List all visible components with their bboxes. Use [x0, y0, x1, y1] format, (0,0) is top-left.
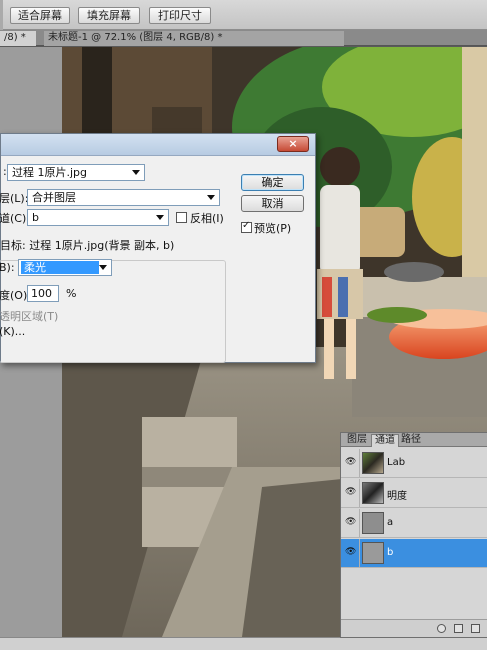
channels-panel: 图层 通道 路径 👁 Lab 👁 明度 👁 a 👁 b: [340, 432, 487, 638]
layer-value: 合并图层: [32, 191, 76, 204]
invert-label: 反相(I): [190, 212, 224, 225]
channel-label: 道(C):: [0, 212, 30, 225]
channel-thumbnail: [362, 542, 384, 564]
visibility-toggle[interactable]: 👁: [341, 449, 360, 477]
close-icon[interactable]: ×: [277, 136, 309, 152]
opacity-input[interactable]: 100: [27, 285, 59, 302]
visibility-toggle[interactable]: 👁: [341, 479, 360, 507]
eye-icon: 👁: [345, 547, 357, 557]
blending-label: B):: [0, 261, 15, 274]
chevron-down-icon: [99, 265, 107, 270]
preserve-transparency-label[interactable]: 透明区域(T): [0, 308, 58, 324]
tab-document-1[interactable]: /8) *×: [0, 31, 36, 56]
cancel-button[interactable]: 取消: [241, 195, 304, 212]
options-bar: 适合屏幕 填充屏幕 打印尺寸: [0, 0, 487, 30]
options-bar-grip: [0, 0, 3, 30]
channel-name: a: [387, 517, 394, 528]
invert-checkbox[interactable]: [176, 212, 187, 223]
status-bar: [0, 637, 487, 650]
channel-row-a[interactable]: 👁 a: [341, 509, 487, 538]
ok-button[interactable]: 确定: [241, 174, 304, 191]
dialog-title-bar[interactable]: ×: [1, 134, 315, 156]
chevron-down-icon: [207, 195, 215, 200]
tab-channels[interactable]: 通道: [371, 434, 399, 447]
tab-untitled-1[interactable]: 未标题-1 @ 72.1% (图层 4, RGB/8) *: [44, 31, 344, 46]
channel-row-b[interactable]: 👁 b: [341, 539, 487, 568]
fit-screen-button[interactable]: 适合屏幕: [10, 7, 70, 24]
channel-thumbnail: [362, 452, 384, 474]
chevron-down-icon: [156, 215, 164, 220]
panel-footer: [341, 619, 487, 637]
eye-icon: 👁: [345, 487, 357, 497]
save-selection-icon[interactable]: [454, 624, 463, 633]
channel-row-lab[interactable]: 👁 Lab: [341, 449, 487, 478]
tab-paths[interactable]: 路径: [398, 434, 424, 447]
channel-name: Lab: [387, 457, 406, 468]
print-size-button[interactable]: 打印尺寸: [149, 7, 211, 24]
channel-select[interactable]: b: [27, 209, 169, 226]
panel-tabs: 图层 通道 路径: [341, 433, 487, 447]
channel-row-lightness[interactable]: 👁 明度: [341, 479, 487, 508]
eye-icon: 👁: [345, 517, 357, 527]
target-text: 目标: 过程 1原片.jpg(背景 副本, b): [0, 239, 175, 252]
channel-name: b: [387, 547, 394, 558]
source-value: 过程 1原片.jpg: [12, 166, 88, 179]
layer-label: 层(L):: [0, 192, 29, 205]
document-tab-bar: /8) *× 未标题-1 @ 72.1% (图层 4, RGB/8) *: [0, 30, 487, 56]
fill-screen-button[interactable]: 填充屏幕: [78, 7, 140, 24]
dialog-body: : 过程 1原片.jpg 层(L): 合并图层 道(C): b 反相(I) 目标…: [0, 156, 315, 363]
tab-layers[interactable]: 图层: [344, 434, 370, 447]
blending-value: 柔光: [21, 261, 99, 274]
apply-image-dialog: × : 过程 1原片.jpg 层(L): 合并图层 道(C): b 反相(I) …: [0, 133, 316, 363]
preview-checkbox[interactable]: [241, 220, 252, 233]
channel-value: b: [32, 211, 39, 224]
channel-thumbnail: [362, 512, 384, 534]
channel-thumbnail: [362, 482, 384, 504]
visibility-toggle[interactable]: 👁: [341, 539, 360, 567]
opacity-unit: %: [66, 287, 77, 300]
source-select[interactable]: 过程 1原片.jpg: [7, 164, 145, 181]
visibility-toggle[interactable]: 👁: [341, 509, 360, 537]
layer-select[interactable]: 合并图层: [27, 189, 220, 206]
tab-label: 未标题-1 @ 72.1% (图层 4, RGB/8) *: [48, 32, 223, 43]
chevron-down-icon: [132, 170, 140, 175]
new-channel-icon[interactable]: [471, 624, 480, 633]
tab-label: /8) *: [4, 32, 26, 43]
eye-icon: 👁: [345, 457, 357, 467]
channel-name: 明度: [387, 491, 407, 502]
preview-label: 预览(P): [254, 222, 292, 235]
load-selection-icon[interactable]: [437, 624, 446, 633]
blending-select[interactable]: 柔光: [18, 259, 112, 276]
mask-label[interactable]: (K)...: [0, 325, 25, 338]
